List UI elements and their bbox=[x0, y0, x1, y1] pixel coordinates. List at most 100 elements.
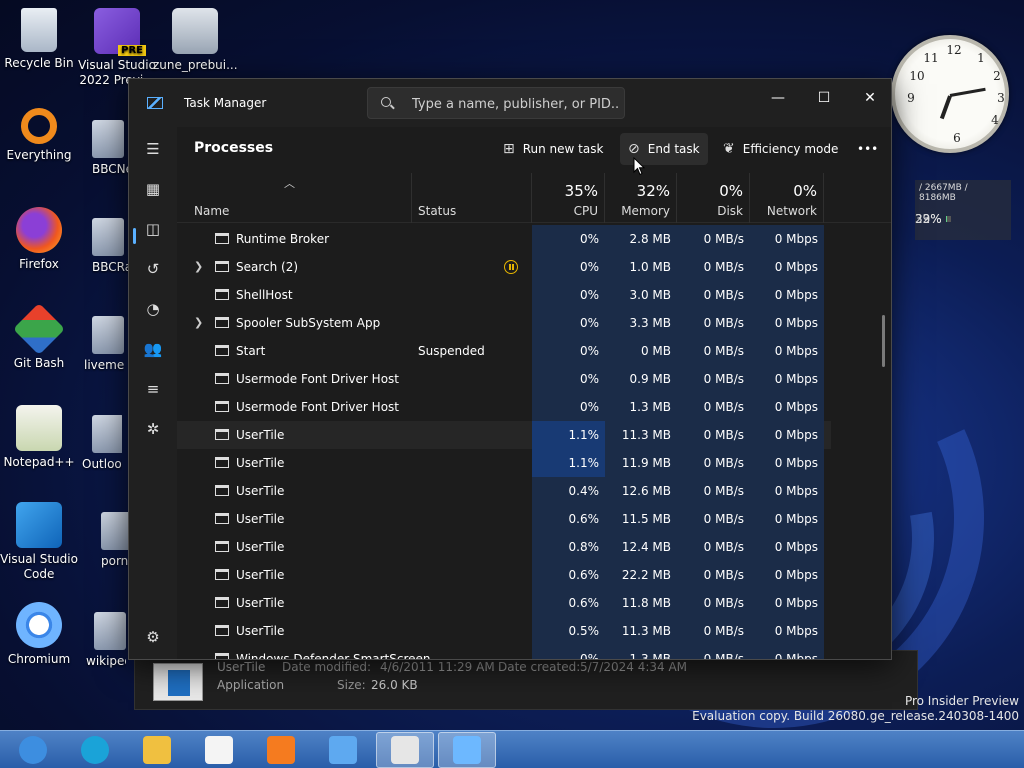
process-network: 0 Mbps bbox=[750, 533, 824, 561]
name-column-header[interactable]: ︿ Name bbox=[177, 173, 412, 223]
process-disk: 0 MB/s bbox=[677, 225, 750, 253]
process-cpu: 0% bbox=[532, 253, 605, 281]
search-input[interactable] bbox=[412, 94, 618, 114]
maximize-button[interactable]: ☐ bbox=[801, 83, 847, 113]
status-column-header[interactable]: Status bbox=[412, 173, 532, 223]
process-disk: 0 MB/s bbox=[677, 561, 750, 589]
cpu-column-header[interactable]: 35% CPU bbox=[532, 173, 605, 223]
desktop-icon-recycle-bin[interactable]: Recycle Bin bbox=[0, 8, 81, 71]
sort-ascending-icon: ︿ bbox=[284, 177, 295, 190]
menu-icon[interactable]: ☰ bbox=[141, 137, 165, 161]
process-row[interactable]: UserTile 0.8% 12.4 MB 0 MB/s 0 Mbps bbox=[177, 533, 831, 561]
process-cpu: 0.6% bbox=[532, 561, 605, 589]
process-network: 0 Mbps bbox=[750, 477, 824, 505]
notebook-app-button[interactable] bbox=[376, 731, 434, 768]
firefox-taskbar-button[interactable] bbox=[252, 732, 310, 768]
process-row[interactable]: Runtime Broker 0% 2.8 MB 0 MB/s 0 Mbps bbox=[177, 225, 831, 253]
process-row[interactable]: UserTile 1.1% 11.9 MB 0 MB/s 0 Mbps bbox=[177, 449, 831, 477]
users-icon[interactable]: 👥 bbox=[141, 337, 165, 361]
process-cpu: 1.1% bbox=[532, 421, 605, 449]
more-options-button[interactable]: ••• bbox=[849, 133, 886, 165]
process-name: UserTile bbox=[236, 540, 285, 554]
chromium-taskbar-button[interactable] bbox=[314, 732, 372, 768]
process-row[interactable]: UserTile 0.6% 11.5 MB 0 MB/s 0 Mbps bbox=[177, 505, 831, 533]
disk-column-header[interactable]: 0% Disk bbox=[677, 173, 750, 223]
start-button-button[interactable] bbox=[4, 732, 62, 768]
process-row[interactable]: UserTile 0.6% 11.8 MB 0 MB/s 0 Mbps bbox=[177, 589, 831, 617]
process-disk: 0 MB/s bbox=[677, 505, 750, 533]
clock-hour-hand bbox=[939, 95, 952, 120]
process-network: 0 Mbps bbox=[750, 253, 824, 281]
desktop-icon-zune[interactable]: zune_prebui... bbox=[153, 8, 238, 73]
network-column-header[interactable]: 0% Network bbox=[750, 173, 824, 223]
process-memory: 11.8 MB bbox=[605, 589, 677, 617]
process-row[interactable]: Start Suspended 0% 0 MB 0 MB/s 0 Mbps bbox=[177, 337, 831, 365]
efficiency-mode-button[interactable]: ❦ Efficiency mode bbox=[715, 133, 846, 165]
expand-chevron-icon[interactable]: ❯ bbox=[194, 253, 203, 281]
performance-icon[interactable]: ◫ bbox=[141, 217, 165, 241]
process-row[interactable]: ❯ Search (2) 0% 1.0 MB 0 MB/s 0 Mbps bbox=[177, 253, 831, 281]
desktop-icon-vscode[interactable]: Visual Studio Code bbox=[0, 502, 81, 582]
recycle-bin-icon bbox=[21, 8, 57, 52]
process-network: 0 Mbps bbox=[750, 281, 824, 309]
desktop-icon-partial[interactable]: Outlook bbox=[82, 415, 122, 471]
scrollbar-thumb[interactable] bbox=[882, 315, 885, 367]
process-disk: 0 MB/s bbox=[677, 337, 750, 365]
desktop-icon-partial[interactable]: BBCRa bbox=[92, 218, 132, 274]
desktop-icon-visual-studio[interactable]: PRE Visual Studio 2022 Previ... bbox=[75, 8, 159, 88]
process-row[interactable]: UserTile 0.4% 12.6 MB 0 MB/s 0 Mbps bbox=[177, 477, 831, 505]
memory-column-header[interactable]: 32% Memory bbox=[605, 173, 677, 223]
media-player-button[interactable] bbox=[190, 732, 248, 768]
process-row[interactable]: Usermode Font Driver Host 0% 0.9 MB 0 MB/s 0… bbox=[177, 365, 831, 393]
process-network: 0 Mbps bbox=[750, 561, 824, 589]
process-row[interactable]: ❯ Spooler SubSystem App 0% 3.3 MB 0 MB/s 0 Mb… bbox=[177, 309, 831, 337]
process-network: 0 Mbps bbox=[750, 505, 824, 533]
resource-meter-gadget: / 2667MB / 8186MB 29% 32% 33% bbox=[915, 180, 1011, 240]
process-row[interactable]: Usermode Font Driver Host 0% 1.3 MB 0 MB/s 0… bbox=[177, 393, 831, 421]
title-bar[interactable]: Task Manager — ☐ ✕ bbox=[129, 79, 891, 127]
active-tab-indicator bbox=[133, 228, 136, 244]
process-row[interactable]: Windows Defender SmartScreen 0% 1.3 MB 0 MB… bbox=[177, 645, 831, 659]
desktop-icon-chromium[interactable]: Chromium bbox=[0, 602, 81, 667]
command-bar: Processes ⊞ Run new task ⊘ End task ❦ Ef… bbox=[177, 127, 891, 173]
desktop-icon-partial[interactable]: wikipedi bbox=[86, 612, 126, 668]
process-status: Suspended bbox=[418, 344, 485, 358]
desktop-icon-git-bash[interactable]: Git Bash bbox=[0, 302, 81, 371]
firefox-taskbar-icon bbox=[267, 735, 295, 764]
settings-icon[interactable]: ⚙ bbox=[141, 625, 165, 649]
minimize-button[interactable]: — bbox=[755, 83, 801, 113]
process-row[interactable]: UserTile 0.5% 11.3 MB 0 MB/s 0 Mbps bbox=[177, 617, 831, 645]
desktop-icon-partial[interactable]: livemes bbox=[84, 316, 124, 372]
process-memory: 12.4 MB bbox=[605, 533, 677, 561]
process-memory: 1.3 MB bbox=[605, 645, 677, 659]
end-task-icon: ⊘ bbox=[628, 141, 640, 157]
process-row[interactable]: UserTile 1.1% 11.3 MB 0 MB/s 0 Mbps bbox=[177, 421, 831, 449]
services-icon[interactable]: ✲ bbox=[141, 417, 165, 441]
process-icon bbox=[215, 485, 229, 496]
process-memory: 1.3 MB bbox=[605, 393, 677, 421]
startup-apps-icon[interactable]: ◔ bbox=[141, 297, 165, 321]
desktop-icon-everything[interactable]: Everything bbox=[0, 108, 81, 163]
processes-page: Processes ⊞ Run new task ⊘ End task ❦ Ef… bbox=[177, 127, 891, 659]
app-history-icon[interactable]: ↺ bbox=[141, 257, 165, 281]
task-manager-taskbar-button[interactable] bbox=[438, 731, 496, 768]
page-title: Processes bbox=[194, 140, 274, 156]
search-box[interactable] bbox=[367, 87, 625, 119]
desktop-icon-partial[interactable]: BBCNe bbox=[92, 120, 132, 176]
expand-chevron-icon[interactable]: ❯ bbox=[194, 309, 203, 337]
edge-button[interactable] bbox=[66, 732, 124, 768]
desktop-icon-notepadpp[interactable]: Notepad++ bbox=[0, 405, 81, 470]
clock-gadget[interactable]: 12 1 2 3 4 6 9 10 11 bbox=[891, 35, 1009, 153]
processes-icon[interactable]: ▦ bbox=[141, 177, 165, 201]
task-manager-window[interactable]: Task Manager — ☐ ✕ ☰ ▦ ◫ ↺ ◔ 👥 ≡ ✲ ⚙ Pro… bbox=[128, 78, 892, 660]
details-icon[interactable]: ≡ bbox=[141, 377, 165, 401]
process-row[interactable]: ShellHost 0% 3.0 MB 0 MB/s 0 Mbps bbox=[177, 281, 831, 309]
file-explorer-button[interactable] bbox=[128, 732, 186, 768]
process-disk: 0 MB/s bbox=[677, 589, 750, 617]
process-row[interactable]: UserTile 0.6% 22.2 MB 0 MB/s 0 Mbps bbox=[177, 561, 831, 589]
desktop-icon-firefox[interactable]: Firefox bbox=[0, 207, 81, 272]
file-explorer-icon bbox=[143, 735, 171, 764]
run-new-task-button[interactable]: ⊞ Run new task bbox=[495, 133, 611, 165]
process-memory: 11.9 MB bbox=[605, 449, 677, 477]
close-button[interactable]: ✕ bbox=[847, 83, 893, 113]
